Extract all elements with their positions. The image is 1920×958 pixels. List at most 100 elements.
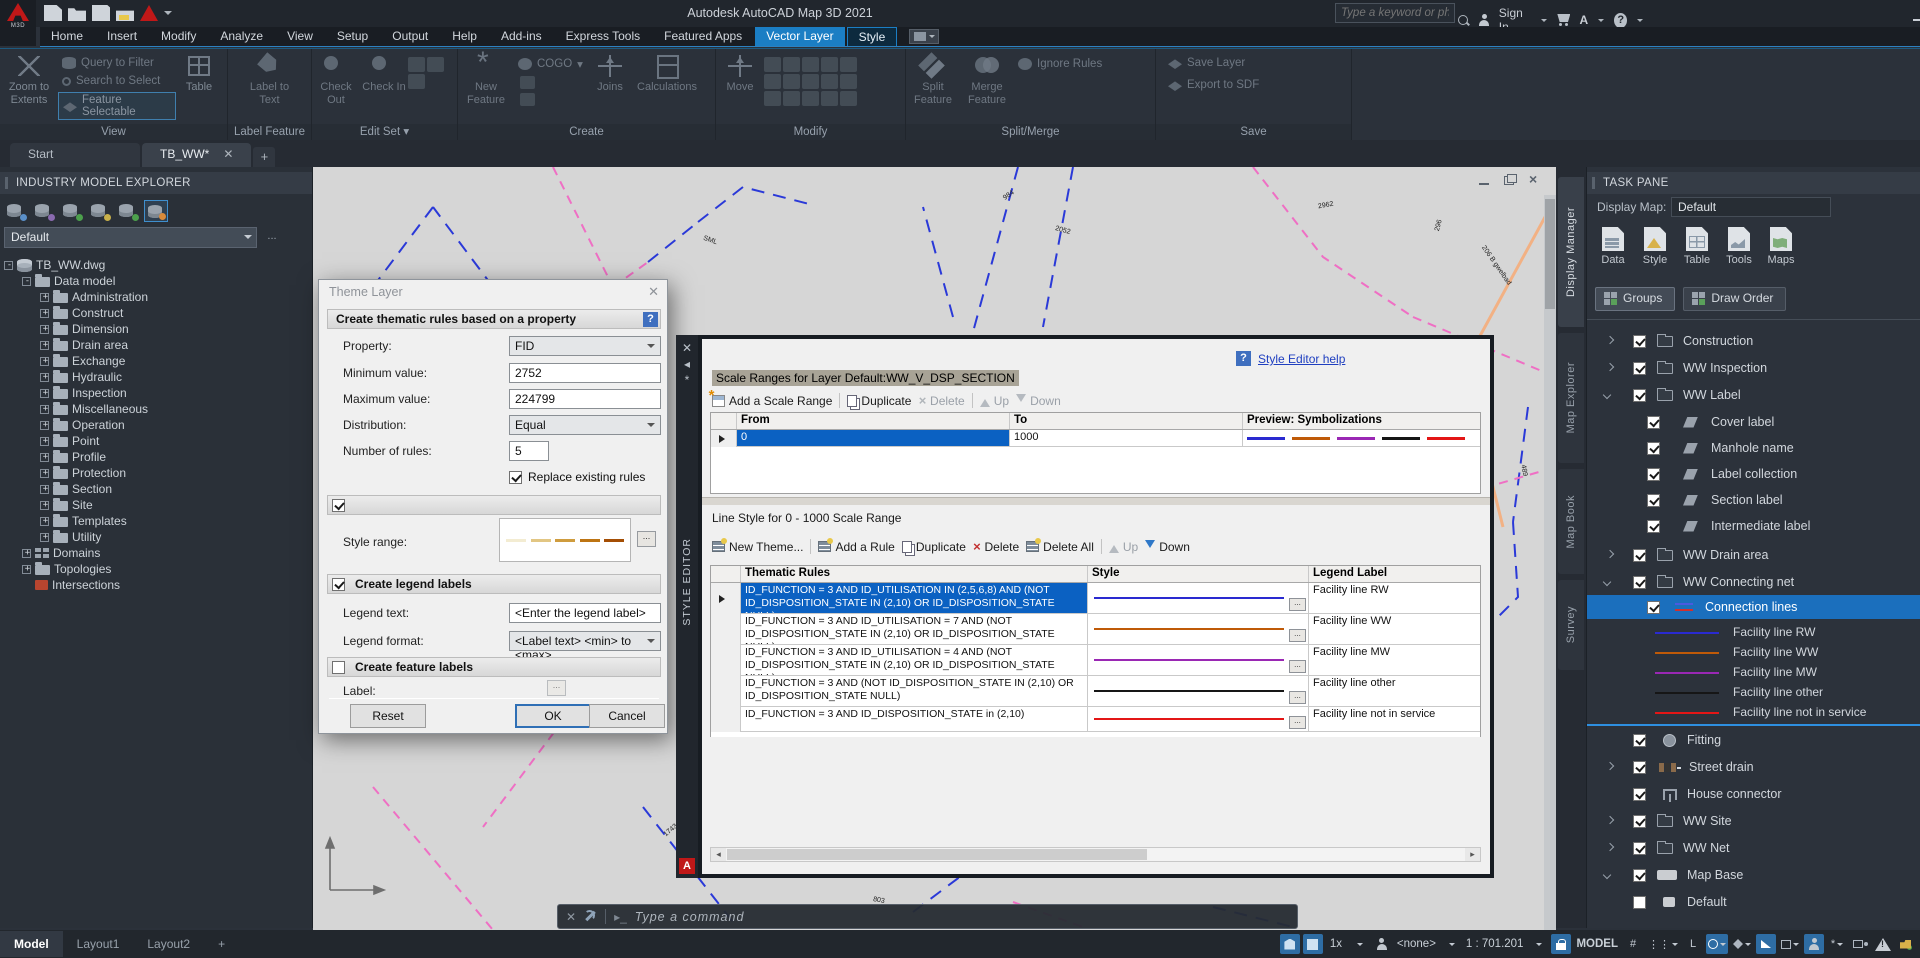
feature-selectable-button[interactable]: Feature Selectable <box>58 92 176 120</box>
layer-row[interactable]: Cover label <box>1587 409 1920 435</box>
magnifier-value[interactable]: 1x <box>1326 934 1346 954</box>
db-edit-icon[interactable] <box>144 200 168 222</box>
layer-checkbox[interactable] <box>1647 520 1660 533</box>
label-to-text-button[interactable]: Label to Text <box>241 49 299 106</box>
panel-label-edit-set[interactable]: Edit Set ▾ <box>312 124 457 141</box>
create-feature-checkbox[interactable] <box>332 661 345 674</box>
delete-rule-button[interactable]: ×Delete <box>973 540 1019 554</box>
tab-home[interactable]: Home <box>40 27 94 46</box>
layer-checkbox[interactable] <box>1633 734 1646 747</box>
tab-survey[interactable]: Survey <box>1558 580 1584 670</box>
scale-caret[interactable] <box>1528 934 1548 954</box>
create-styles-checkbox[interactable] <box>332 499 345 512</box>
snap-mode-icon[interactable]: ⋮⋮ <box>1646 934 1680 954</box>
layer-row-selected[interactable]: Connection lines <box>1587 595 1920 619</box>
tree-item[interactable]: Miscellaneous <box>40 401 304 417</box>
expand-icon[interactable] <box>40 437 49 446</box>
annotation-visibility-icon[interactable] <box>1804 934 1824 954</box>
move-button[interactable]: Move <box>716 49 764 94</box>
column-from[interactable]: From <box>737 413 1010 429</box>
modify-tool-icon[interactable] <box>764 91 781 106</box>
tab-view[interactable]: View <box>276 27 324 46</box>
modify-tool-icon[interactable] <box>821 74 838 89</box>
check-out-button[interactable]: Check Out <box>312 49 360 106</box>
modify-tool-icon[interactable] <box>783 74 800 89</box>
modify-tool-icon[interactable] <box>764 57 781 72</box>
tab-insert[interactable]: Insert <box>96 27 148 46</box>
expand-icon[interactable] <box>22 549 31 558</box>
row-selector[interactable] <box>711 676 741 707</box>
ribbon-display-toggle[interactable] <box>909 29 939 44</box>
row-selector[interactable] <box>711 645 741 676</box>
collapse-icon[interactable] <box>1603 578 1611 586</box>
expand-icon[interactable] <box>40 501 49 510</box>
tree-item[interactable]: Construct <box>40 305 304 321</box>
tree-item[interactable]: Inspection <box>40 385 304 401</box>
layer-checkbox[interactable] <box>1647 494 1660 507</box>
expand-icon[interactable] <box>1605 763 1613 771</box>
layer-row[interactable]: House connector <box>1587 781 1920 807</box>
expand-icon[interactable] <box>40 293 49 302</box>
ok-button[interactable]: OK <box>515 704 591 728</box>
layer-checkbox[interactable] <box>1647 601 1660 614</box>
workspace-gear-icon[interactable]: * <box>1827 934 1847 954</box>
row-selector[interactable] <box>711 583 741 614</box>
style-editor-help-link[interactable]: Style Editor help <box>1258 352 1345 366</box>
modify-tool-icon[interactable] <box>821 57 838 72</box>
layer-row[interactable]: Label collection <box>1587 461 1920 487</box>
tab-featured-apps[interactable]: Featured Apps <box>653 27 753 46</box>
expand-icon[interactable] <box>40 325 49 334</box>
create-legend-checkbox[interactable] <box>332 578 345 591</box>
layout1-tab[interactable]: Layout1 <box>63 931 134 957</box>
tab-map-explorer[interactable]: Map Explorer <box>1558 333 1584 463</box>
expand-icon[interactable] <box>40 517 49 526</box>
command-input[interactable]: Type a command <box>635 910 745 924</box>
from-cell[interactable]: 0 <box>737 430 1010 447</box>
tree-item[interactable]: Data model <box>22 273 304 289</box>
tab-add-ins[interactable]: Add-ins <box>490 27 553 46</box>
cogo-button[interactable]: COGO ▾ <box>514 56 588 72</box>
close-drawing-icon[interactable] <box>1527 174 1542 187</box>
column-preview[interactable]: Preview: Symbolizations <box>1243 413 1480 429</box>
save-layer-button[interactable]: Save Layer <box>1164 56 1263 70</box>
rule-cell[interactable]: ID_FUNCTION = 3 AND ID_DISPOSITION_STATE… <box>741 707 1088 732</box>
replace-existing-checkbox[interactable] <box>509 471 522 484</box>
tree-item[interactable]: TB_WW.dwg <box>4 257 304 273</box>
attach-value[interactable]: <none> <box>1395 934 1438 954</box>
magnifier-caret[interactable] <box>1349 934 1369 954</box>
modify-tool-icon[interactable] <box>802 91 819 106</box>
merge-feature-button[interactable]: Merge Feature <box>960 49 1014 106</box>
tree-item[interactable]: Protection <box>40 465 304 481</box>
new-layout-tab[interactable]: + <box>204 931 239 957</box>
panel-label-save[interactable]: Save <box>1156 124 1351 141</box>
modify-tool-icon[interactable] <box>764 74 781 89</box>
maps-button[interactable]: Maps <box>1761 227 1801 266</box>
panel-label-modify[interactable]: Modify <box>716 124 905 141</box>
rule-row[interactable]: ID_FUNCTION = 3 AND ID_DISPOSITION_STATE… <box>711 707 1480 732</box>
tab-help[interactable]: Help <box>441 27 488 46</box>
calculations-button[interactable]: Calculations <box>632 49 702 94</box>
expand-icon[interactable] <box>40 533 49 542</box>
expand-icon[interactable] <box>40 373 49 382</box>
dialog-help-icon[interactable]: ? <box>643 312 658 327</box>
rule-row[interactable]: ID_FUNCTION = 3 AND ID_UTILISATION = 4 A… <box>711 645 1480 676</box>
expand-icon[interactable] <box>22 565 31 574</box>
object-snap-tracking-icon[interactable] <box>1756 934 1776 954</box>
model-explorer-header[interactable]: INDUSTRY MODEL EXPLORER <box>0 172 312 194</box>
modify-tool-icon[interactable] <box>802 57 819 72</box>
style-cell[interactable] <box>1088 614 1309 645</box>
tab-vector-layer[interactable]: Vector Layer <box>755 27 844 46</box>
query-to-filter-button[interactable]: Query to Filter <box>58 56 176 70</box>
help-icon[interactable]: ? <box>1614 13 1627 28</box>
tab-setup[interactable]: Setup <box>326 27 379 46</box>
layer-checkbox[interactable] <box>1633 842 1646 855</box>
modify-tool-icon[interactable] <box>802 74 819 89</box>
legend-row[interactable]: Facility line other <box>1587 683 1920 703</box>
layer-group-row[interactable]: Construction <box>1587 328 1920 354</box>
ignore-rules-button[interactable]: Ignore Rules <box>1014 57 1106 71</box>
tree-item[interactable]: Dimension <box>40 321 304 337</box>
layer-group-row[interactable]: WW Net <box>1587 835 1920 861</box>
tree-item[interactable]: Topologies <box>22 561 304 577</box>
number-of-rules-input[interactable]: 5 <box>509 441 549 461</box>
help-caret[interactable] <box>1637 19 1643 25</box>
